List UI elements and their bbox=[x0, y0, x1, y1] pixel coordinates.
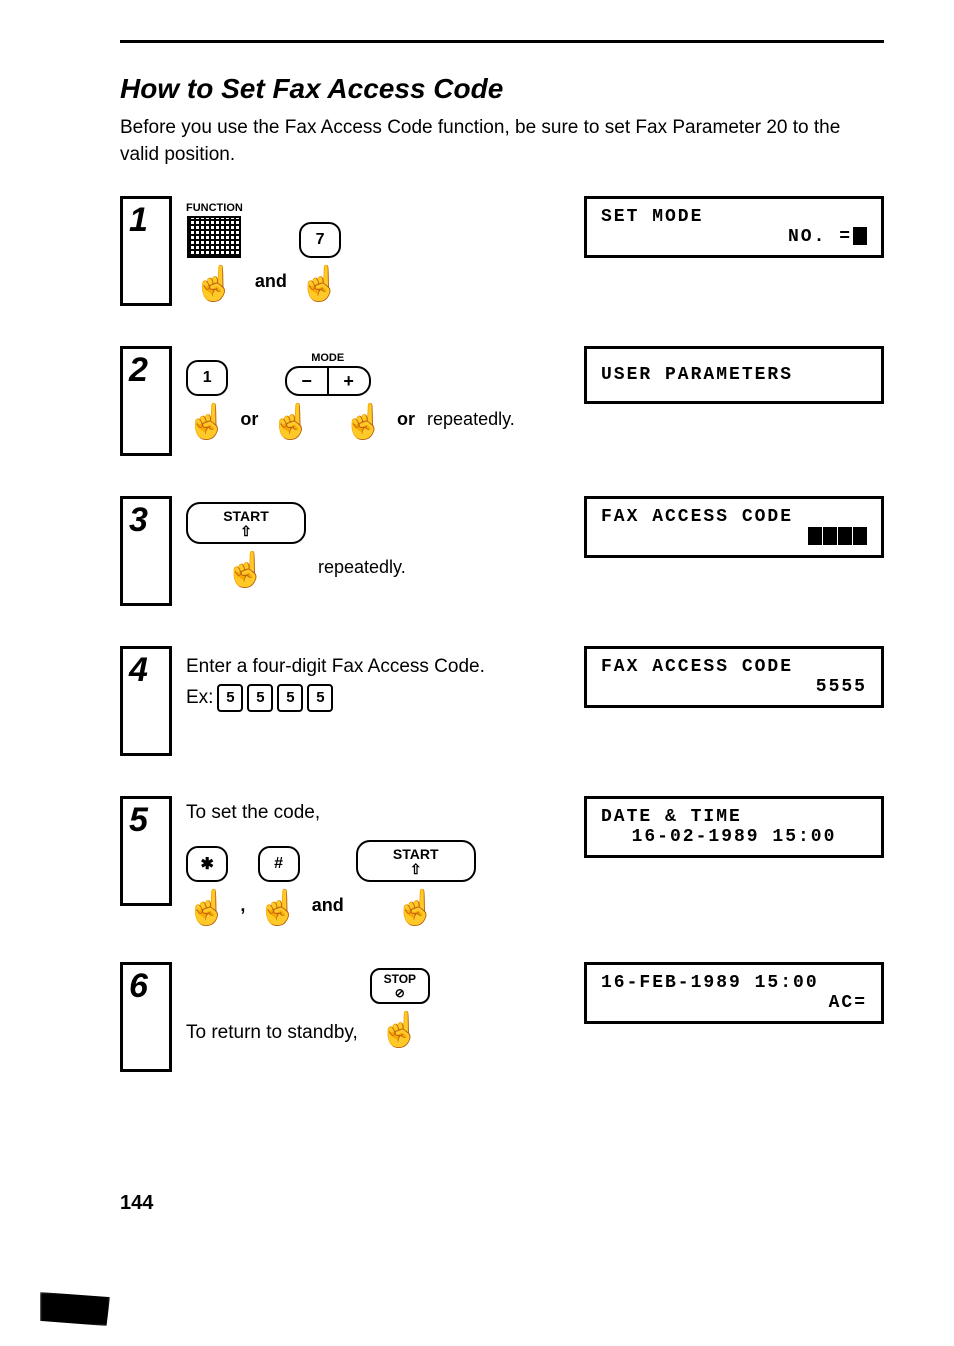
cursor-block-icon bbox=[808, 527, 822, 545]
word-or: or bbox=[240, 409, 258, 436]
ex-digit: 5 bbox=[217, 684, 243, 712]
step-1-number: 1 bbox=[120, 196, 172, 306]
display-step4: FAX ACCESS CODE 5555 bbox=[584, 646, 884, 708]
top-rule bbox=[120, 40, 884, 43]
display-line1: SET MODE bbox=[601, 207, 867, 227]
step-6-row: 6 To return to standby, STOP ⊘ ☝ 16-FEB-… bbox=[120, 962, 884, 1072]
function-keypad-icon bbox=[187, 216, 241, 258]
cursor-block-icon bbox=[853, 227, 867, 245]
step-5-row: 5 To set the code, ✱ ☝ , # ☝ and START ⇧… bbox=[120, 796, 884, 922]
display-line2: 5555 bbox=[601, 677, 867, 697]
cursor-block-icon bbox=[823, 527, 837, 545]
hand-icon: ☝ bbox=[186, 888, 228, 928]
step4-instruction: Enter a four-digit Fax Access Code. bbox=[186, 652, 570, 682]
hand-icon: ☝ bbox=[343, 402, 385, 442]
word-and: and bbox=[312, 895, 344, 922]
step-5-number: 5 bbox=[120, 796, 172, 906]
key-7: 7 bbox=[299, 222, 341, 258]
hand-icon: ☝ bbox=[257, 888, 299, 928]
step-3-number: 3 bbox=[120, 496, 172, 606]
ex-digit: 5 bbox=[277, 684, 303, 712]
step-2-number: 2 bbox=[120, 346, 172, 456]
key-stop: STOP ⊘ bbox=[370, 968, 430, 1004]
ex-digit: 5 bbox=[247, 684, 273, 712]
hand-icon: ☝ bbox=[395, 888, 437, 928]
hand-icon: ☝ bbox=[193, 264, 235, 304]
ex-prefix: Ex: bbox=[186, 683, 213, 713]
display-step3: FAX ACCESS CODE bbox=[584, 496, 884, 558]
word-repeatedly: repeatedly. bbox=[318, 557, 406, 584]
display-step6: 16-FEB-1989 15:00 AC= bbox=[584, 962, 884, 1024]
hand-icon: ☝ bbox=[270, 402, 312, 442]
key-1: 1 bbox=[186, 360, 228, 396]
step6-instruction: To return to standby, bbox=[186, 1022, 358, 1044]
ex-digit: 5 bbox=[307, 684, 333, 712]
mode-minus: − bbox=[287, 368, 327, 394]
hand-icon: ☝ bbox=[186, 402, 228, 442]
display-line1: USER PARAMETERS bbox=[601, 365, 867, 385]
word-or: or bbox=[397, 409, 415, 436]
step-3-row: 3 START ⇧ ☝ repeatedly. FAX ACCESS CODE bbox=[120, 496, 884, 606]
up-arrow-icon: ⇧ bbox=[410, 863, 422, 876]
display-line1: 16-FEB-1989 15:00 bbox=[601, 973, 867, 993]
display-line2: AC= bbox=[601, 993, 867, 1013]
display-step1: SET MODE NO. = bbox=[584, 196, 884, 258]
cursor-block-icon bbox=[838, 527, 852, 545]
mode-plus: + bbox=[329, 368, 369, 394]
step-2-row: 2 1 ☝ or MODE − + ☝ ☝ or repeatedly. bbox=[120, 346, 884, 456]
display-step5: DATE & TIME 16-02-1989 15:00 bbox=[584, 796, 884, 858]
step-4-number: 4 bbox=[120, 646, 172, 756]
key-start: START ⇧ bbox=[186, 502, 306, 544]
key-hash: # bbox=[258, 846, 300, 882]
hand-icon: ☝ bbox=[299, 264, 341, 304]
display-line1: FAX ACCESS CODE bbox=[601, 657, 867, 677]
key-star: ✱ bbox=[186, 846, 228, 882]
page-title: How to Set Fax Access Code bbox=[120, 73, 884, 105]
display-line1: DATE & TIME bbox=[601, 807, 867, 827]
step-1-row: 1 FUNCTION ☝ and 7 ☝ SET MODE NO. = bbox=[120, 196, 884, 306]
step5-instruction: To set the code, bbox=[186, 802, 570, 824]
display-line2: 16-02-1989 15:00 bbox=[601, 827, 867, 847]
display-line2: NO. = bbox=[788, 227, 852, 247]
display-step2: USER PARAMETERS bbox=[584, 346, 884, 404]
word-and: and bbox=[255, 271, 287, 298]
cursor-block-icon bbox=[853, 527, 867, 545]
hand-icon: ☝ bbox=[225, 550, 267, 590]
word-repeatedly: repeatedly. bbox=[427, 409, 515, 436]
up-arrow-icon: ⇧ bbox=[240, 525, 252, 538]
hand-icon: ☝ bbox=[379, 1010, 421, 1050]
mode-label: MODE bbox=[311, 352, 344, 364]
function-label: FUNCTION bbox=[186, 202, 243, 214]
stop-symbol-icon: ⊘ bbox=[395, 986, 405, 1000]
scan-artifact-icon bbox=[40, 1292, 110, 1326]
intro-text: Before you use the Fax Access Code funct… bbox=[120, 115, 884, 168]
word-comma: , bbox=[240, 895, 245, 922]
step-4-row: 4 Enter a four-digit Fax Access Code. Ex… bbox=[120, 646, 884, 756]
step-6-number: 6 bbox=[120, 962, 172, 1072]
display-line1: FAX ACCESS CODE bbox=[601, 507, 867, 527]
key-start: START ⇧ bbox=[356, 840, 476, 882]
page-number: 144 bbox=[120, 1192, 884, 1215]
mode-toggle: − + bbox=[285, 366, 371, 396]
